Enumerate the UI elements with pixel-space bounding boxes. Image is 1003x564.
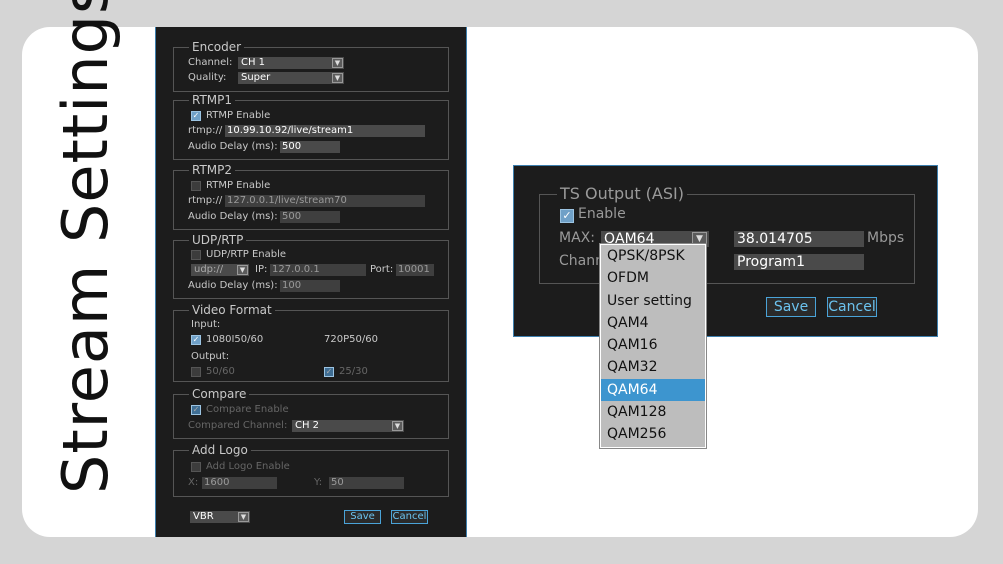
rtmp1-delay-label: Audio Delay (ms): xyxy=(188,141,278,152)
video-format-group: Video Format Input: ✓ 1080I50/60 720P50/… xyxy=(173,303,449,382)
save-button[interactable]: Save xyxy=(344,510,381,524)
bitrate-mode-select[interactable]: VBR ▼ xyxy=(190,511,250,523)
input-1080-checkbox[interactable]: ✓ xyxy=(191,335,201,345)
modulation-dropdown: QPSK/8PSK OFDM User setting QAM4 QAM16 Q… xyxy=(600,244,706,448)
rtmp2-enable-label: RTMP Enable xyxy=(206,180,271,191)
rtmp2-delay-input[interactable]: 500 xyxy=(280,211,340,223)
rate-unit: Mbps xyxy=(867,230,905,246)
rtmp1-delay-input[interactable]: 500 xyxy=(280,141,340,153)
video-format-legend: Video Format xyxy=(189,303,275,317)
rtmp2-enable-checkbox[interactable] xyxy=(191,181,201,191)
dropdown-option[interactable]: QPSK/8PSK xyxy=(601,245,705,267)
port-input[interactable]: 10001 xyxy=(396,264,434,276)
ip-input[interactable]: 127.0.0.1 xyxy=(270,264,366,276)
ts-enable-checkbox[interactable]: ✓ xyxy=(560,209,574,223)
output-50-checkbox[interactable] xyxy=(191,367,201,377)
output-50-label: 50/60 xyxy=(206,366,235,377)
logo-x-input[interactable]: 1600 xyxy=(202,477,277,489)
ts-enable-label: Enable xyxy=(578,206,626,222)
dropdown-option[interactable]: QAM256 xyxy=(601,423,705,445)
logo-enable-label: Add Logo Enable xyxy=(206,461,290,472)
channel-select[interactable]: CH 1 ▼ xyxy=(238,57,344,69)
chevron-down-icon: ▼ xyxy=(237,265,248,275)
ts-output-group: TS Output (ASI) ✓ Enable MAX: QAM64 ▼ 38… xyxy=(539,184,915,284)
dropdown-option[interactable]: User setting xyxy=(601,290,705,312)
rate-input[interactable]: 38.014705 xyxy=(734,231,864,247)
slide-title: Stream Settings xyxy=(49,0,122,494)
output-label: Output: xyxy=(191,351,230,362)
compare-group: Compare ✓ Compare Enable Compared Channe… xyxy=(173,387,449,439)
ip-label: IP: xyxy=(255,264,268,275)
port-label: Port: xyxy=(370,264,394,275)
input-720-label: 720P50/60 xyxy=(324,334,378,345)
max-label: MAX: xyxy=(559,230,595,246)
dropdown-option[interactable]: QAM4 xyxy=(601,312,705,334)
udp-enable-checkbox[interactable] xyxy=(191,250,201,260)
ts-output-legend: TS Output (ASI) xyxy=(557,184,687,203)
stream-settings-panel: Encoder Channel: CH 1 ▼ Quality: Super ▼ R… xyxy=(155,27,467,537)
rtmp2-group: RTMP2 RTMP Enable rtmp:// 127.0.0.1/live… xyxy=(173,163,449,230)
udp-enable-label: UDP/RTP Enable xyxy=(206,249,287,260)
udp-group: UDP/RTP UDP/RTP Enable udp://▼ IP: 127.0… xyxy=(173,233,449,299)
channel-label: Channel: xyxy=(188,57,233,68)
compare-enable-checkbox[interactable]: ✓ xyxy=(191,405,201,415)
rtmp2-delay-label: Audio Delay (ms): xyxy=(188,211,278,222)
ts-save-button[interactable]: Save xyxy=(766,297,816,317)
compare-enable-label: Compare Enable xyxy=(206,404,289,415)
ts-output-panel: TS Output (ASI) ✓ Enable MAX: QAM64 ▼ 38… xyxy=(513,165,938,337)
rtmp2-url-input[interactable]: 127.0.0.1/live/stream70 xyxy=(225,195,425,207)
rtmp1-url-input[interactable]: 10.99.10.92/live/stream1 xyxy=(225,125,425,137)
encoder-group: Encoder Channel: CH 1 ▼ Quality: Super ▼ xyxy=(173,40,449,92)
ts-cancel-button[interactable]: Cancel xyxy=(827,297,877,317)
udp-delay-input[interactable]: 100 xyxy=(280,280,340,292)
dropdown-option[interactable]: QAM128 xyxy=(601,401,705,423)
chevron-down-icon: ▼ xyxy=(238,512,249,522)
output-25-label: 25/30 xyxy=(339,366,368,377)
udp-legend: UDP/RTP xyxy=(189,233,247,247)
rtmp1-enable-label: RTMP Enable xyxy=(206,110,271,121)
dropdown-option[interactable]: QAM32 xyxy=(601,356,705,378)
compare-legend: Compare xyxy=(189,387,250,401)
dropdown-option[interactable]: OFDM xyxy=(601,267,705,289)
chevron-down-icon: ▼ xyxy=(392,421,403,431)
compared-channel-select[interactable]: CH 2 ▼ xyxy=(292,420,404,432)
input-label: Input: xyxy=(191,319,221,330)
logo-y-input[interactable]: 50 xyxy=(329,477,404,489)
add-logo-group: Add Logo Add Logo Enable X: 1600 Y: 50 xyxy=(173,443,449,497)
logo-y-label: Y: xyxy=(314,477,323,488)
output-25-checkbox[interactable]: ✓ xyxy=(324,367,334,377)
chevron-down-icon: ▼ xyxy=(332,58,343,68)
add-logo-legend: Add Logo xyxy=(189,443,251,457)
compared-channel-label: Compared Channel: xyxy=(188,420,288,431)
logo-x-label: X: xyxy=(188,477,199,488)
quality-select[interactable]: Super ▼ xyxy=(238,72,344,84)
rtmp2-legend: RTMP2 xyxy=(189,163,236,177)
dropdown-option-selected[interactable]: QAM64 xyxy=(601,378,705,402)
rtmp1-enable-checkbox[interactable]: ✓ xyxy=(191,111,201,121)
protocol-select[interactable]: udp://▼ xyxy=(191,264,249,276)
cancel-button[interactable]: Cancel xyxy=(391,510,428,524)
quality-label: Quality: xyxy=(188,72,227,83)
udp-delay-label: Audio Delay (ms): xyxy=(188,280,278,291)
rtmp1-group: RTMP1 ✓ RTMP Enable rtmp:// 10.99.10.92/… xyxy=(173,93,449,160)
rtmp1-legend: RTMP1 xyxy=(189,93,236,107)
rtmp2-url-label: rtmp:// xyxy=(188,195,223,206)
channel-label-partial: Chann xyxy=(559,253,604,269)
chevron-down-icon: ▼ xyxy=(332,73,343,83)
dropdown-option[interactable]: QAM16 xyxy=(601,334,705,356)
rtmp1-url-label: rtmp:// xyxy=(188,125,223,136)
logo-enable-checkbox[interactable] xyxy=(191,462,201,472)
program-input[interactable]: Program1 xyxy=(734,254,864,270)
input-1080-label: 1080I50/60 xyxy=(206,334,264,345)
encoder-legend: Encoder xyxy=(189,40,245,54)
